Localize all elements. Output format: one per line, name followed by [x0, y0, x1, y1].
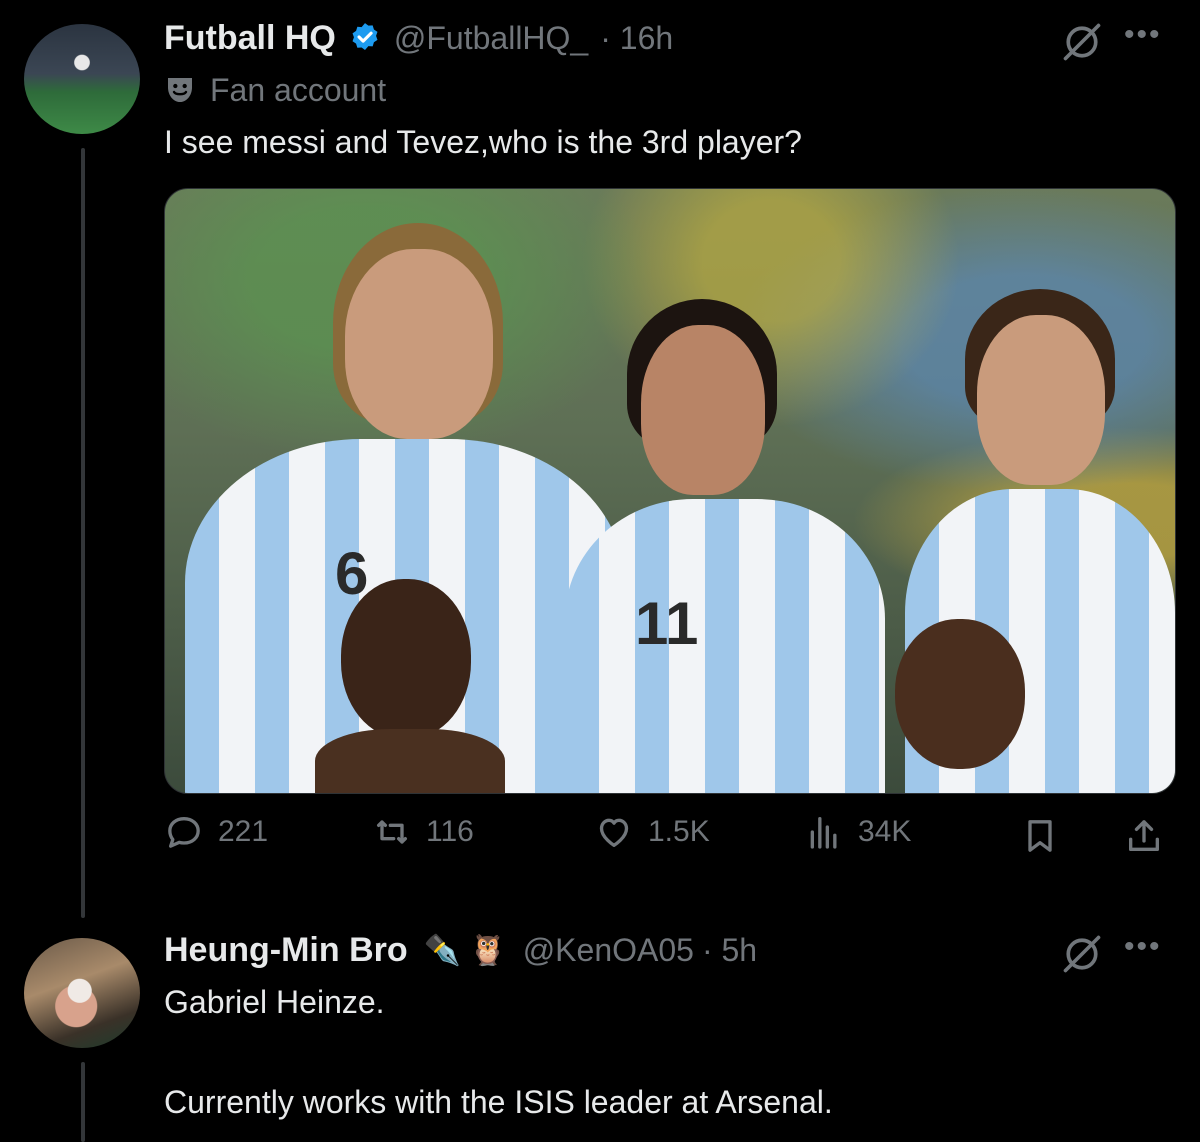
tweet-header: Heung-Min Bro ✒️ 🦉 @KenOA05 · 5h [164, 928, 757, 972]
thread-line [81, 1062, 85, 1142]
grok-icon[interactable] [1060, 20, 1104, 64]
avatar[interactable] [24, 938, 140, 1048]
repost-count: 116 [426, 815, 474, 848]
reply-count: 221 [218, 815, 269, 848]
jersey-number: 11 [635, 590, 699, 657]
child-face [341, 579, 471, 739]
like-button[interactable]: 1.5K [594, 812, 710, 852]
avatar[interactable] [24, 24, 140, 134]
grok-icon[interactable] [1060, 932, 1104, 976]
masks-icon [168, 78, 192, 102]
reply-icon [168, 817, 200, 848]
display-name[interactable]: Futball HQ [164, 19, 336, 58]
views-count: 34K [858, 815, 912, 848]
verified-badge-icon[interactable] [348, 21, 382, 55]
name-emojis: ✒️ 🦉 [423, 933, 507, 967]
tweet-photo[interactable]: 6 11 [164, 188, 1176, 794]
views-button[interactable]: 34K [804, 812, 911, 852]
player-face [345, 249, 493, 439]
tweet-text: I see messi and Tevez,who is the 3rd pla… [164, 124, 802, 160]
player-face [641, 325, 765, 495]
tweet-header: Futball HQ @FutballHQ_ · 16h [164, 16, 673, 60]
reply-text-line1: Gabriel Heinze. [164, 984, 385, 1020]
child-face [895, 619, 1025, 769]
more-icon[interactable]: ••• [1124, 18, 1162, 52]
fan-account-text: Fan account [210, 71, 387, 108]
repost-icon [377, 820, 407, 844]
heart-icon [599, 818, 629, 847]
share-icon[interactable] [1124, 816, 1164, 856]
more-icon[interactable]: ••• [1124, 930, 1162, 964]
handle[interactable]: @FutballHQ_ [394, 20, 588, 57]
like-count: 1.5K [648, 815, 710, 848]
reply-button[interactable]: 221 [164, 812, 268, 852]
reply-text-line2: Currently works with the ISIS leader at … [164, 1084, 833, 1120]
bookmark-icon[interactable] [1020, 816, 1060, 856]
fan-account-label: Fan account [164, 70, 386, 110]
player-face [977, 315, 1105, 485]
thread-line [81, 148, 85, 918]
tweet-actions: 221 116 1.5K 34K [164, 812, 1174, 864]
handle[interactable]: @KenOA05 [523, 932, 694, 969]
player-jersey [565, 499, 885, 793]
timestamp[interactable]: · 16h [600, 20, 673, 57]
display-name[interactable]: Heung-Min Bro [164, 931, 408, 970]
repost-button[interactable]: 116 [372, 812, 474, 852]
timestamp[interactable]: · 5h [702, 932, 757, 969]
child-body [315, 729, 505, 793]
views-chart-icon [810, 817, 837, 849]
